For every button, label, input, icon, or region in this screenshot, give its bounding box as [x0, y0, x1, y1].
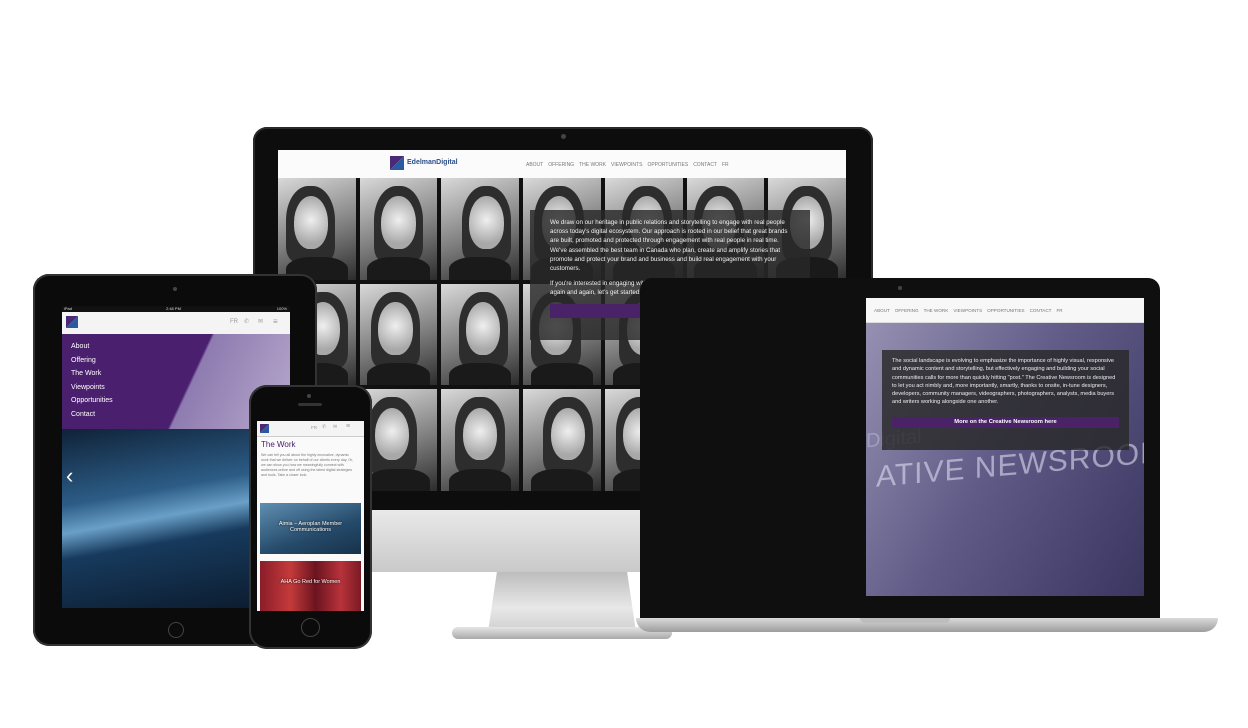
- phone-icon[interactable]: ✆: [244, 318, 249, 325]
- phone-lang-toggle[interactable]: FR: [311, 425, 317, 430]
- work-tile-aimia-label: Aimia – Aeroplan Member Communications: [278, 521, 343, 533]
- phone-logo-icon[interactable]: [260, 424, 269, 433]
- laptop-newsroom-panel: The social landscape is evolving to emph…: [882, 350, 1129, 450]
- nav-about[interactable]: ABOUT: [526, 162, 543, 168]
- portrait-photo: [441, 178, 520, 280]
- portrait-photo: [441, 283, 520, 386]
- portrait-photo: [359, 283, 438, 386]
- desktop-menu: ABOUT OFFERING THE WORK VIEWPOINTS OPPOR…: [526, 162, 729, 168]
- laptop-website: ABOUT OFFERING THE WORK VIEWPOINTS OPPOR…: [866, 298, 1144, 596]
- laptop-nav: ABOUT OFFERING THE WORK VIEWPOINTS OPPOR…: [866, 298, 1144, 323]
- portrait-photo: [278, 178, 356, 280]
- portrait-photo: [359, 178, 438, 280]
- laptop-camera-icon: [898, 286, 902, 290]
- edelman-logo-icon[interactable]: [390, 156, 404, 170]
- desktop-nav: EdelmanDigital ABOUT OFFERING THE WORK V…: [278, 150, 846, 179]
- logo-text: EdelmanDigital: [407, 159, 458, 166]
- phone-speaker: [298, 403, 322, 406]
- tablet-camera-icon: [173, 287, 177, 291]
- imac-stand-foot: [452, 627, 672, 639]
- laptop-notch: [860, 618, 950, 623]
- phone-intro-text: We can tell you all about the highly inn…: [261, 453, 354, 477]
- phone-home-button[interactable]: [301, 618, 320, 637]
- phone-mail-icon[interactable]: ✉: [333, 424, 337, 430]
- laptop-nav-about[interactable]: ABOUT: [874, 308, 890, 313]
- portrait-photo: [523, 389, 601, 491]
- nav-language[interactable]: FR: [722, 162, 729, 168]
- laptop-nav-contact[interactable]: CONTACT: [1030, 308, 1052, 313]
- imac-camera-icon: [561, 134, 566, 139]
- tablet-menu-offering[interactable]: Offering: [71, 354, 290, 368]
- work-tile-aha-label: AHA Go Red for Women: [280, 579, 341, 585]
- phone-page-title: The Work: [261, 440, 296, 449]
- phone-hamburger-icon[interactable]: ≡: [346, 423, 350, 430]
- laptop-nav-opportunities[interactable]: OPPORTUNITIES: [987, 308, 1024, 313]
- phone-camera-icon: [307, 394, 311, 398]
- laptop-menu: ABOUT OFFERING THE WORK VIEWPOINTS OPPOR…: [874, 308, 1063, 313]
- portrait-photo: [441, 389, 520, 491]
- nav-viewpoints[interactable]: VIEWPOINTS: [611, 162, 642, 168]
- hamburger-menu-icon[interactable]: ≡: [273, 317, 278, 326]
- tablet-logo-icon[interactable]: [66, 316, 78, 328]
- tablet-menu-about[interactable]: About: [71, 340, 290, 354]
- phone-nav: FR ✆ ✉ ≡: [257, 421, 364, 437]
- newsroom-paragraph: The social landscape is evolving to emph…: [892, 358, 1116, 406]
- laptop-nav-viewpoints[interactable]: VIEWPOINTS: [953, 308, 982, 313]
- nav-opportunities[interactable]: OPPORTUNITIES: [647, 162, 688, 168]
- work-tile-aimia[interactable]: Aimia – Aeroplan Member Communications: [260, 503, 361, 554]
- phone-website: FR ✆ ✉ ≡ The Work We can tell you all ab…: [257, 421, 364, 611]
- work-tile-aha[interactable]: AHA Go Red for Women: [260, 561, 361, 611]
- tablet-home-button[interactable]: [168, 622, 184, 638]
- laptop-nav-language[interactable]: FR: [1056, 308, 1062, 313]
- nav-the-work[interactable]: THE WORK: [579, 162, 606, 168]
- status-time: 2:48 PM: [166, 306, 181, 311]
- nav-offering[interactable]: OFFERING: [548, 162, 574, 168]
- status-carrier: iPad: [64, 306, 73, 311]
- tablet-nav: FR ✆ ✉ ≡: [62, 312, 290, 335]
- phone-call-icon[interactable]: ✆: [322, 424, 326, 430]
- mail-icon[interactable]: ✉: [258, 318, 263, 325]
- imac-stand-neck: [488, 572, 636, 632]
- tablet-menu-the-work[interactable]: The Work: [71, 367, 290, 381]
- tablet-lang-toggle[interactable]: FR: [230, 319, 238, 325]
- intro-paragraph-1: We draw on our heritage in public relati…: [550, 219, 788, 273]
- laptop-nav-offering[interactable]: OFFERING: [895, 308, 919, 313]
- creative-newsroom-button[interactable]: More on the Creative Newsroom here: [892, 416, 1119, 428]
- nav-contact[interactable]: CONTACT: [693, 162, 717, 168]
- status-battery: 100%: [276, 306, 287, 311]
- carousel-prev-arrow-icon[interactable]: ‹: [66, 465, 73, 487]
- laptop-nav-the-work[interactable]: THE WORK: [924, 308, 949, 313]
